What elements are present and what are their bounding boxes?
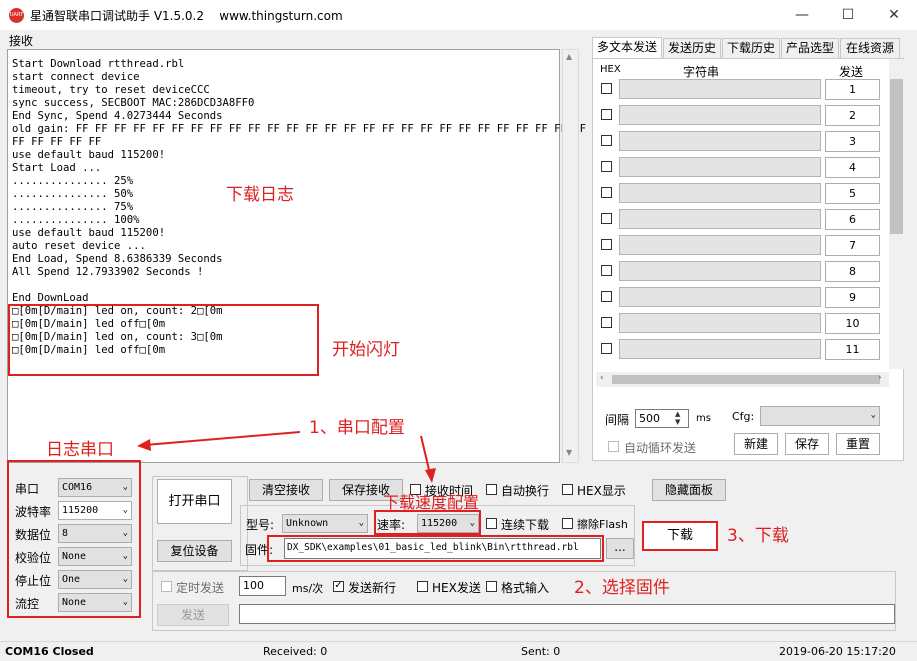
annotation-arrows <box>137 431 436 483</box>
received-count: Received: 0 <box>263 645 328 658</box>
arrow-speed-line <box>420 435 431 475</box>
arrow-serial-head <box>137 439 151 451</box>
arrow-serial-line <box>144 431 301 446</box>
arrow-speed-head <box>425 468 436 483</box>
port-status: COM16 Closed <box>5 645 94 658</box>
annotation-serial-config: 1、串口配置 <box>309 418 405 438</box>
status-time: 2019-06-20 15:17:20 <box>779 645 896 658</box>
status-bar: COM16 Closed Received: 0 Sent: 0 2019-06… <box>0 641 917 661</box>
sent-count: Sent: 0 <box>521 645 561 658</box>
